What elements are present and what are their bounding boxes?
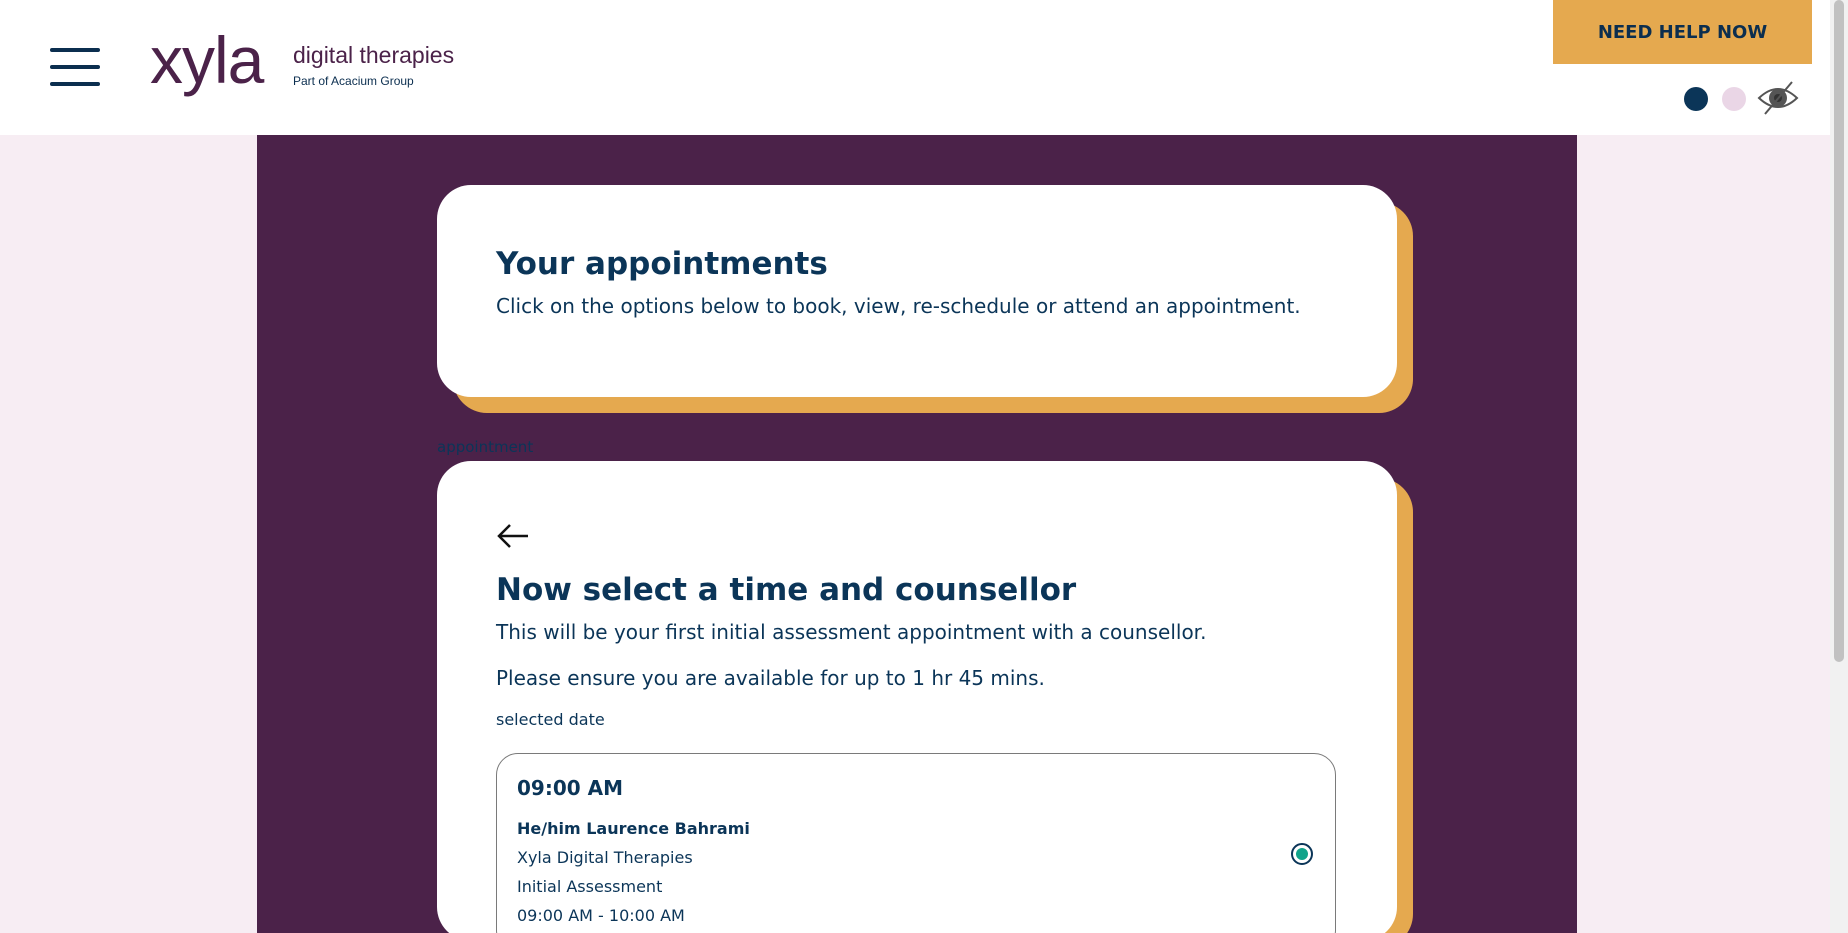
intro-description: Click on the options below to book, view… [496,294,1301,318]
logo-subtitle: digital therapies [293,42,455,68]
intro-card [437,185,1397,397]
selected-date-label: selected date [496,710,605,729]
slot-radio[interactable] [1291,843,1313,865]
eye-off-icon[interactable] [1756,78,1800,120]
scrollbar-thumb[interactable] [1834,0,1844,662]
slot-type: Initial Assessment [517,877,663,896]
arrow-left-icon[interactable] [496,521,530,551]
slot-range: 09:00 AM - 10:00 AM [517,906,685,925]
xyla-logo[interactable]: xyla digital therapies Part of Acacium G… [148,23,468,102]
slot-provider: Xyla Digital Therapies [517,848,693,867]
booking-title: Now select a time and counsellor [496,572,1077,608]
logo-wordmark: xyla [150,23,264,97]
booking-line-2: Please ensure you are available for up t… [496,666,1045,690]
theme-pink-swatch[interactable] [1722,87,1746,111]
logo-group-label: Part of Acacium Group [293,74,414,88]
booking-line-1: This will be your first initial assessme… [496,620,1207,644]
appointment-label: appointment [437,438,534,456]
slot-counsellor: He/him Laurence Bahrami [517,819,750,838]
site-header: xyla digital therapies Part of Acacium G… [0,0,1830,135]
time-slot-option[interactable]: 09:00 AM He/him Laurence Bahrami Xyla Di… [496,753,1336,933]
slot-time: 09:00 AM [517,776,624,800]
need-help-now-button[interactable]: NEED HELP NOW [1553,0,1812,64]
theme-navy-swatch[interactable] [1684,87,1708,111]
page-scrollbar[interactable] [1830,0,1848,933]
hamburger-icon[interactable] [50,48,100,86]
page-title: Your appointments [496,246,828,282]
slot-radio-selected-dot [1296,848,1308,860]
